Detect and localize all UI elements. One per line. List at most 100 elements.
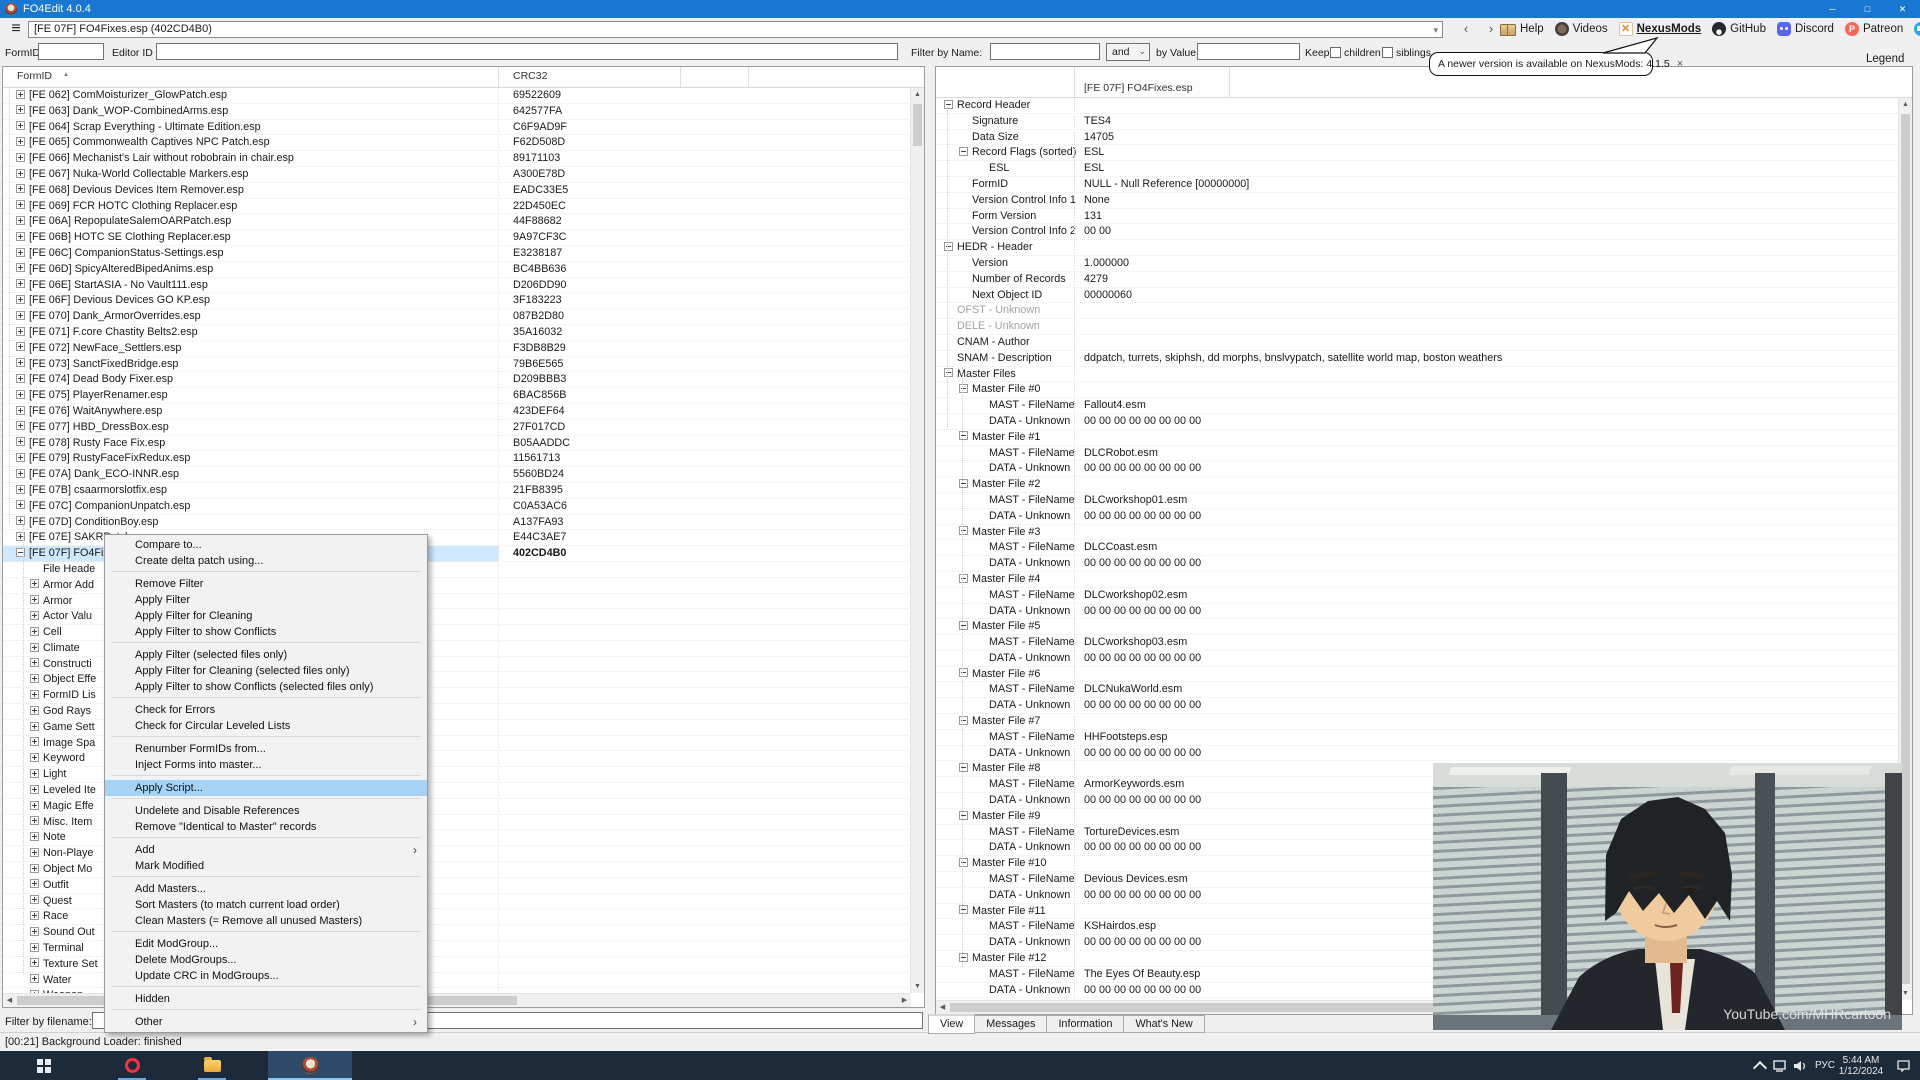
expand-icon[interactable]	[959, 953, 968, 962]
expand-icon[interactable]	[16, 263, 25, 272]
editorid-input[interactable]	[156, 43, 898, 60]
toolbar-link[interactable]: GitHub	[1712, 22, 1766, 36]
detail-row[interactable]: DATA - Unknown00 00 00 00 00 00 00 00	[936, 746, 1899, 762]
volume-tray-icon[interactable]	[1790, 1051, 1810, 1080]
context-menu-item[interactable]: Edit ModGroup...	[105, 936, 427, 952]
detail-row[interactable]: SignatureTES4	[936, 114, 1899, 130]
expand-icon[interactable]	[30, 816, 39, 825]
expand-icon[interactable]	[16, 121, 25, 130]
detail-row[interactable]: Master Files	[936, 367, 1899, 383]
expand-icon[interactable]	[16, 295, 25, 304]
context-menu-item[interactable]: Add	[105, 842, 427, 858]
toolbar-link[interactable]: Patreon	[1845, 22, 1903, 36]
expand-icon[interactable]	[16, 327, 25, 336]
context-menu-item[interactable]: Renumber FormIDs from...	[105, 741, 427, 757]
detail-row[interactable]: ESLESL	[936, 161, 1899, 177]
expand-icon[interactable]	[944, 100, 953, 109]
forward-button[interactable]: ›	[1480, 21, 1502, 38]
tree-row[interactable]: [FE 075] PlayerRenamer.esp6BAC856B	[3, 388, 911, 404]
expand-icon[interactable]	[30, 674, 39, 683]
tray-expand-button[interactable]	[1750, 1051, 1770, 1080]
tree-row[interactable]: [FE 06D] SpicyAlteredBipedAnims.espBC4BB…	[3, 262, 911, 278]
expand-icon[interactable]	[30, 879, 39, 888]
expand-icon[interactable]	[30, 595, 39, 604]
tree-row[interactable]: [FE 072] NewFace_Settlers.espF3DB8B29	[3, 341, 911, 357]
detail-row[interactable]: Version Control Info 1None	[936, 193, 1899, 209]
expand-icon[interactable]	[30, 643, 39, 652]
tree-row[interactable]: [FE 069] FCR HOTC Clothing Replacer.esp2…	[3, 199, 911, 215]
detail-row[interactable]: Data Size14705	[936, 130, 1899, 146]
expand-icon[interactable]	[30, 943, 39, 952]
crc32-column-header[interactable]: CRC32	[513, 70, 547, 82]
language-indicator[interactable]: РУС	[1812, 1051, 1838, 1080]
expand-icon[interactable]	[30, 958, 39, 967]
tree-column-header[interactable]: FormID ▲ CRC32	[3, 67, 924, 88]
taskbar-explorer-button[interactable]	[184, 1051, 240, 1080]
tree-row[interactable]: [FE 062] ComMoisturizer_GlowPatch.esp695…	[3, 88, 911, 104]
expand-icon[interactable]	[16, 200, 25, 209]
tree-row[interactable]: [FE 06E] StartASIA - No Vault111.espD206…	[3, 278, 911, 294]
detail-plugin-column[interactable]: [FE 07F] FO4Fixes.esp	[1084, 82, 1193, 94]
tree-row[interactable]: [FE 064] Scrap Everything - Ultimate Edi…	[3, 120, 911, 136]
expand-icon[interactable]	[16, 485, 25, 494]
tree-row[interactable]: [FE 078] Rusty Face Fix.espB05AADDC	[3, 436, 911, 452]
detail-row[interactable]: DATA - Unknown00 00 00 00 00 00 00 00	[936, 509, 1899, 525]
context-menu-item[interactable]: Check for Errors	[105, 702, 427, 718]
detail-column-header[interactable]: [FE 07F] FO4Fixes.esp	[936, 67, 1912, 98]
expand-icon[interactable]	[959, 905, 968, 914]
context-menu-item[interactable]: Remove "Identical to Master" records	[105, 819, 427, 835]
expand-icon[interactable]	[16, 374, 25, 383]
detail-row[interactable]: Number of Records4279	[936, 272, 1899, 288]
detail-row[interactable]: Version Control Info 200 00	[936, 224, 1899, 240]
context-menu-item[interactable]: Create delta patch using...	[105, 553, 427, 569]
expand-icon[interactable]	[30, 658, 39, 667]
expand-icon[interactable]	[16, 105, 25, 114]
expand-icon[interactable]	[30, 974, 39, 983]
expand-icon[interactable]	[959, 716, 968, 725]
context-menu-item[interactable]: Apply Filter for Cleaning (selected file…	[105, 663, 427, 679]
detail-row[interactable]: DELE - Unknown	[936, 319, 1899, 335]
expand-icon[interactable]	[16, 279, 25, 288]
detail-row[interactable]: Master File #3	[936, 525, 1899, 541]
context-menu-item[interactable]: Apply Filter to show Conflicts	[105, 624, 427, 640]
detail-row[interactable]: Master File #0	[936, 382, 1899, 398]
expand-icon[interactable]	[16, 169, 25, 178]
tree-row[interactable]: [FE 070] Dank_ArmorOverrides.esp087B2D80	[3, 309, 911, 325]
detail-row[interactable]: Master File #1	[936, 430, 1899, 446]
detail-row[interactable]: MAST - FileNameDLCRobot.esm	[936, 446, 1899, 462]
expand-icon[interactable]	[30, 785, 39, 794]
expand-icon[interactable]	[959, 384, 968, 393]
expand-icon[interactable]	[30, 801, 39, 810]
expand-icon[interactable]	[30, 753, 39, 762]
expand-icon[interactable]	[30, 911, 39, 920]
maximize-button[interactable]: □	[1850, 0, 1885, 18]
detail-row[interactable]: Version1.000000	[936, 256, 1899, 272]
formid-column-header[interactable]: FormID	[17, 70, 52, 82]
detail-row[interactable]: MAST - FileNameDLCworkshop03.esm	[936, 635, 1899, 651]
detail-row[interactable]: Record Flags (sorted)ESL	[936, 145, 1899, 161]
clock[interactable]: 5:44 AM 1/12/2024	[1838, 1051, 1884, 1080]
expand-icon[interactable]	[16, 342, 25, 351]
expand-icon[interactable]	[16, 184, 25, 193]
expand-icon[interactable]	[944, 368, 953, 377]
detail-row[interactable]: Record Header	[936, 98, 1899, 114]
detail-row[interactable]: DATA - Unknown00 00 00 00 00 00 00 00	[936, 604, 1899, 620]
expand-icon[interactable]	[30, 832, 39, 841]
tree-row[interactable]: [FE 07A] Dank_ECO-INNR.esp5560BD24	[3, 467, 911, 483]
toolbar-link[interactable]: NexusMods	[1619, 22, 1702, 36]
context-menu-item[interactable]: Clean Masters (= Remove all unused Maste…	[105, 913, 427, 929]
expand-icon[interactable]	[16, 358, 25, 367]
context-menu-item[interactable]: Inject Forms into master...	[105, 757, 427, 773]
detail-row[interactable]: DATA - Unknown00 00 00 00 00 00 00 00	[936, 651, 1899, 667]
detail-row[interactable]: Form Version131	[936, 209, 1899, 225]
tree-row[interactable]: [FE 074] Dead Body Fixer.espD209BBB3	[3, 372, 911, 388]
tab[interactable]: Information	[1046, 1015, 1124, 1033]
detail-row[interactable]: DATA - Unknown00 00 00 00 00 00 00 00	[936, 461, 1899, 477]
plugin-selector[interactable]: [FE 07F] FO4Fixes.esp (402CD4B0) ▾	[28, 21, 1443, 38]
expand-icon[interactable]	[959, 621, 968, 630]
detail-row[interactable]: DATA - Unknown00 00 00 00 00 00 00 00	[936, 414, 1899, 430]
detail-row[interactable]: Master File #5	[936, 619, 1899, 635]
detail-row[interactable]: MAST - FileNameDLCworkshop02.esm	[936, 588, 1899, 604]
expand-icon[interactable]	[944, 242, 953, 251]
tree-row[interactable]: [FE 065] Commonwealth Captives NPC Patch…	[3, 135, 911, 151]
